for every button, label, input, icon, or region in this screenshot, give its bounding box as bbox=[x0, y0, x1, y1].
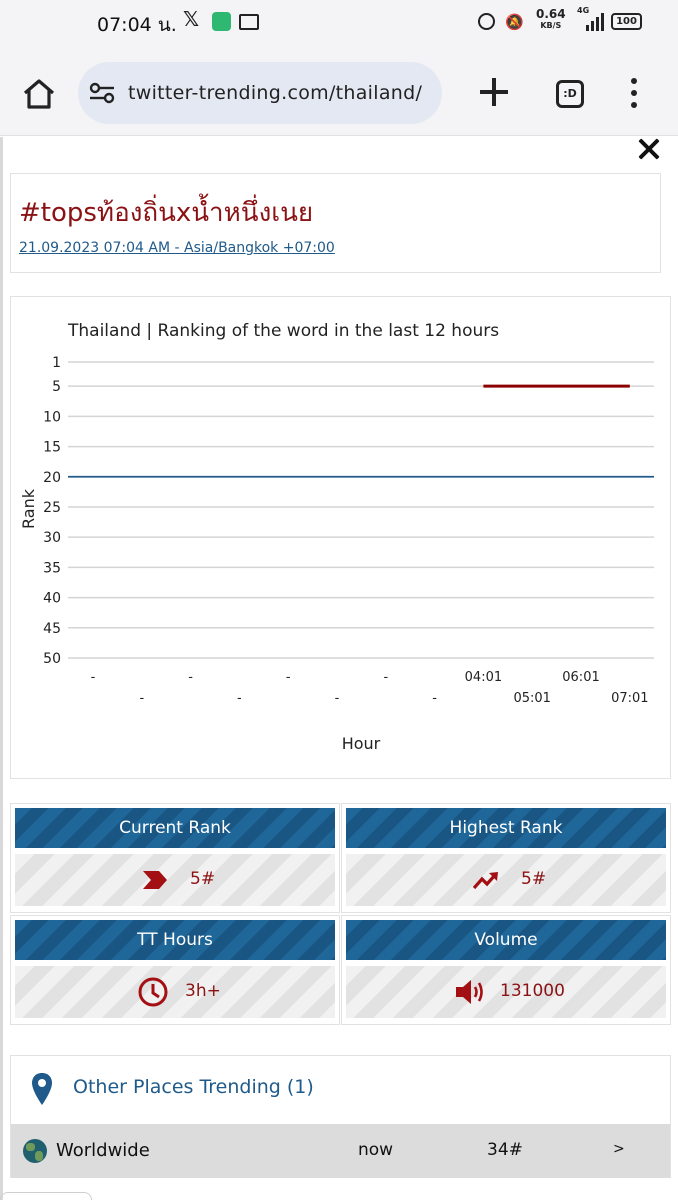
signal-icon: 4G bbox=[577, 6, 604, 31]
address-bar[interactable]: twitter-trending.com/thailand/ bbox=[78, 62, 442, 124]
y-tick-label: 5 bbox=[52, 379, 61, 395]
y-tick-label: 50 bbox=[43, 651, 61, 667]
trend-header: #topsท้องถิ่นxน้ำหนึ่งเนย 21.09.2023 07:… bbox=[10, 173, 661, 273]
more-menu-icon[interactable] bbox=[628, 78, 640, 108]
close-icon[interactable] bbox=[636, 137, 662, 163]
y-tick-label: 20 bbox=[43, 470, 61, 486]
network-speed: 0.64 KB/S bbox=[536, 7, 566, 31]
network-type: 4G bbox=[577, 6, 590, 15]
vpn-shield-icon bbox=[212, 12, 231, 31]
x-tick-label: 04:01 bbox=[465, 670, 502, 685]
status-time: 07:04 น. bbox=[97, 14, 177, 36]
chart-title: Thailand | Ranking of the word in the la… bbox=[67, 321, 499, 341]
page-content: #topsท้องถิ่นxน้ำหนึ่งเนย 21.09.2023 07:… bbox=[0, 137, 678, 1200]
status-bar: 07:04 น. 𝕏 🔕 0.64 KB/S 4G 100 bbox=[0, 0, 678, 44]
stats-grid: Current Rank 5# Highest Rank 5# TT Hours bbox=[10, 803, 671, 1025]
volume-value: 131000 bbox=[500, 981, 565, 1001]
volume-label: Volume bbox=[346, 920, 666, 960]
volume-box: Volume 131000 bbox=[341, 915, 671, 1025]
x-tick-label: - bbox=[286, 670, 291, 685]
network-speed-value: 0.64 bbox=[536, 7, 566, 21]
globe-icon bbox=[23, 1139, 47, 1163]
y-tick-label: 10 bbox=[43, 409, 61, 425]
new-tab-icon[interactable] bbox=[478, 76, 510, 108]
x-tick-label: - bbox=[91, 670, 96, 685]
highest-rank-value: 5# bbox=[521, 869, 547, 889]
chevron-right-icon bbox=[143, 871, 167, 889]
site-settings-icon[interactable] bbox=[88, 81, 116, 105]
place-name: Worldwide bbox=[56, 1140, 150, 1161]
current-rank-label: Current Rank bbox=[15, 808, 335, 848]
current-rank-value: 5# bbox=[190, 869, 216, 889]
timestamp-link[interactable]: 21.09.2023 07:04 AM - Asia/Bangkok +07:0… bbox=[19, 240, 335, 256]
y-axis-label: Rank bbox=[19, 488, 38, 529]
x-tick-label: - bbox=[188, 670, 193, 685]
x-axis-label: Hour bbox=[342, 734, 381, 753]
x-tick-label: 07:01 bbox=[611, 691, 648, 706]
chart-svg: Thailand | Ranking of the word in the la… bbox=[19, 321, 654, 753]
place-time: now bbox=[358, 1140, 394, 1160]
x-tick-label: - bbox=[432, 691, 437, 706]
list-item[interactable]: Worldwide now 34# > bbox=[11, 1124, 670, 1178]
highest-rank-body: 5# bbox=[346, 854, 666, 906]
y-tick-label: 35 bbox=[43, 560, 61, 576]
clock-icon bbox=[138, 977, 168, 1007]
y-tick-label: 40 bbox=[43, 591, 61, 607]
next-card-edge bbox=[0, 1192, 92, 1200]
speaker-icon bbox=[456, 980, 483, 1004]
location-pin-icon bbox=[32, 1073, 52, 1105]
x-tick-label: - bbox=[383, 670, 388, 685]
url-text: twitter-trending.com/thailand/ bbox=[128, 82, 423, 104]
tt-hours-box: TT Hours 3h+ bbox=[10, 915, 340, 1025]
divider bbox=[0, 137, 3, 1200]
page-title: #topsท้องถิ่นxน้ำหนึ่งเนย bbox=[19, 198, 314, 228]
x-tick-label: - bbox=[335, 691, 340, 706]
highest-rank-label: Highest Rank bbox=[346, 808, 666, 848]
place-arrow[interactable]: > bbox=[613, 1141, 625, 1157]
alarm-icon bbox=[478, 13, 495, 30]
mail-icon bbox=[239, 14, 259, 30]
x-tick-label: - bbox=[139, 691, 144, 706]
x-tick-label: 06:01 bbox=[562, 670, 599, 685]
trending-up-icon bbox=[472, 872, 498, 890]
browser-toolbar: twitter-trending.com/thailand/ :D bbox=[0, 44, 678, 136]
other-places-panel: Other Places Trending (1) Worldwide now … bbox=[10, 1055, 671, 1178]
battery-icon: 100 bbox=[611, 13, 642, 30]
y-tick-label: 1 bbox=[52, 355, 61, 371]
current-rank-body: 5# bbox=[15, 854, 335, 906]
ranking-chart: Thailand | Ranking of the word in the la… bbox=[10, 296, 671, 779]
mute-icon: 🔕 bbox=[505, 13, 524, 31]
y-tick-label: 25 bbox=[43, 500, 61, 516]
home-icon[interactable] bbox=[22, 78, 56, 110]
other-places-title: Other Places Trending (1) bbox=[73, 1076, 314, 1098]
y-tick-label: 15 bbox=[43, 440, 61, 456]
highest-rank-box: Highest Rank 5# bbox=[341, 803, 671, 913]
x-tick-label: - bbox=[237, 691, 242, 706]
tt-hours-label: TT Hours bbox=[15, 920, 335, 960]
tt-hours-body: 3h+ bbox=[15, 966, 335, 1018]
tab-switcher-button[interactable]: :D bbox=[556, 80, 584, 108]
x-app-icon: 𝕏 bbox=[183, 7, 200, 31]
network-speed-unit: KB/S bbox=[540, 21, 562, 30]
y-tick-label: 30 bbox=[43, 530, 61, 546]
x-tick-label: 05:01 bbox=[513, 691, 550, 706]
volume-body: 131000 bbox=[346, 966, 666, 1018]
current-rank-box: Current Rank 5# bbox=[10, 803, 340, 913]
y-tick-label: 45 bbox=[43, 621, 61, 637]
tt-hours-value: 3h+ bbox=[185, 981, 221, 1001]
place-rank: 34# bbox=[487, 1140, 523, 1160]
